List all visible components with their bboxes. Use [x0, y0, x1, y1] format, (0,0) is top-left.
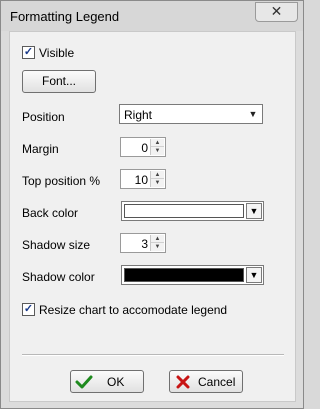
- shadow-size-spin-buttons: ▲ ▼: [150, 235, 164, 251]
- visible-label: Visible: [39, 46, 75, 60]
- margin-value: 0: [141, 141, 148, 155]
- close-icon: ✕: [270, 3, 283, 19]
- spin-up-icon[interactable]: ▲: [151, 235, 164, 243]
- shadow-color-swatch: [124, 268, 244, 282]
- spin-down-icon[interactable]: ▼: [151, 179, 164, 187]
- margin-spinner[interactable]: 0 ▲ ▼: [120, 137, 166, 157]
- ok-label: OK: [107, 375, 125, 389]
- resize-chart-label: Resize chart to accomodate legend: [39, 303, 228, 317]
- dialog-title: Formatting Legend: [10, 9, 120, 24]
- back-color-picker[interactable]: ▼: [121, 201, 264, 221]
- back-color-swatch: [124, 204, 244, 218]
- chevron-down-icon[interactable]: ▼: [246, 203, 262, 219]
- cancel-button[interactable]: Cancel: [169, 370, 243, 393]
- chevron-down-icon: ▼: [248, 109, 258, 119]
- spin-up-icon[interactable]: ▲: [151, 139, 164, 147]
- font-button-label: Font...: [41, 74, 76, 88]
- cancel-label: Cancel: [198, 375, 236, 389]
- resize-chart-checkbox[interactable]: ✓: [22, 303, 35, 316]
- ok-button[interactable]: OK: [70, 370, 144, 393]
- separator: [22, 354, 284, 356]
- dialog-body: ✓ Visible Font... Position Right ▼ Margi…: [9, 31, 296, 402]
- top-position-spin-buttons: ▲ ▼: [150, 171, 164, 187]
- top-position-spinner[interactable]: 10 ▲ ▼: [120, 169, 166, 189]
- top-position-value: 10: [134, 173, 148, 187]
- font-button[interactable]: Font...: [22, 70, 96, 93]
- spin-down-icon[interactable]: ▼: [151, 243, 164, 251]
- position-value: Right: [124, 108, 153, 122]
- checkmark-icon: ✓: [23, 46, 34, 58]
- spin-down-icon[interactable]: ▼: [151, 147, 164, 155]
- shadow-size-spinner[interactable]: 3 ▲ ▼: [120, 233, 166, 253]
- checkmark-icon: ✓: [23, 303, 34, 315]
- margin-label: Margin: [22, 142, 59, 156]
- shadow-color-picker[interactable]: ▼: [121, 265, 264, 285]
- formatting-legend-dialog: Formatting Legend ✕ ✓ Visible Font... Po…: [0, 0, 304, 409]
- position-label: Position: [22, 110, 65, 124]
- chevron-down-icon[interactable]: ▼: [246, 267, 262, 283]
- shadow-color-label: Shadow color: [22, 270, 95, 284]
- shadow-size-label: Shadow size: [22, 238, 91, 252]
- spin-up-icon[interactable]: ▲: [151, 171, 164, 179]
- visible-checkbox[interactable]: ✓: [22, 46, 35, 59]
- close-button[interactable]: ✕: [255, 2, 298, 22]
- position-select[interactable]: Right ▼: [119, 104, 263, 124]
- x-icon: [176, 375, 190, 389]
- title-bar[interactable]: Formatting Legend ✕: [1, 1, 303, 31]
- margin-spin-buttons: ▲ ▼: [150, 139, 164, 155]
- shadow-size-value: 3: [141, 237, 148, 251]
- back-color-label: Back color: [22, 206, 79, 220]
- top-position-label: Top position %: [22, 174, 101, 188]
- check-icon: [75, 375, 93, 389]
